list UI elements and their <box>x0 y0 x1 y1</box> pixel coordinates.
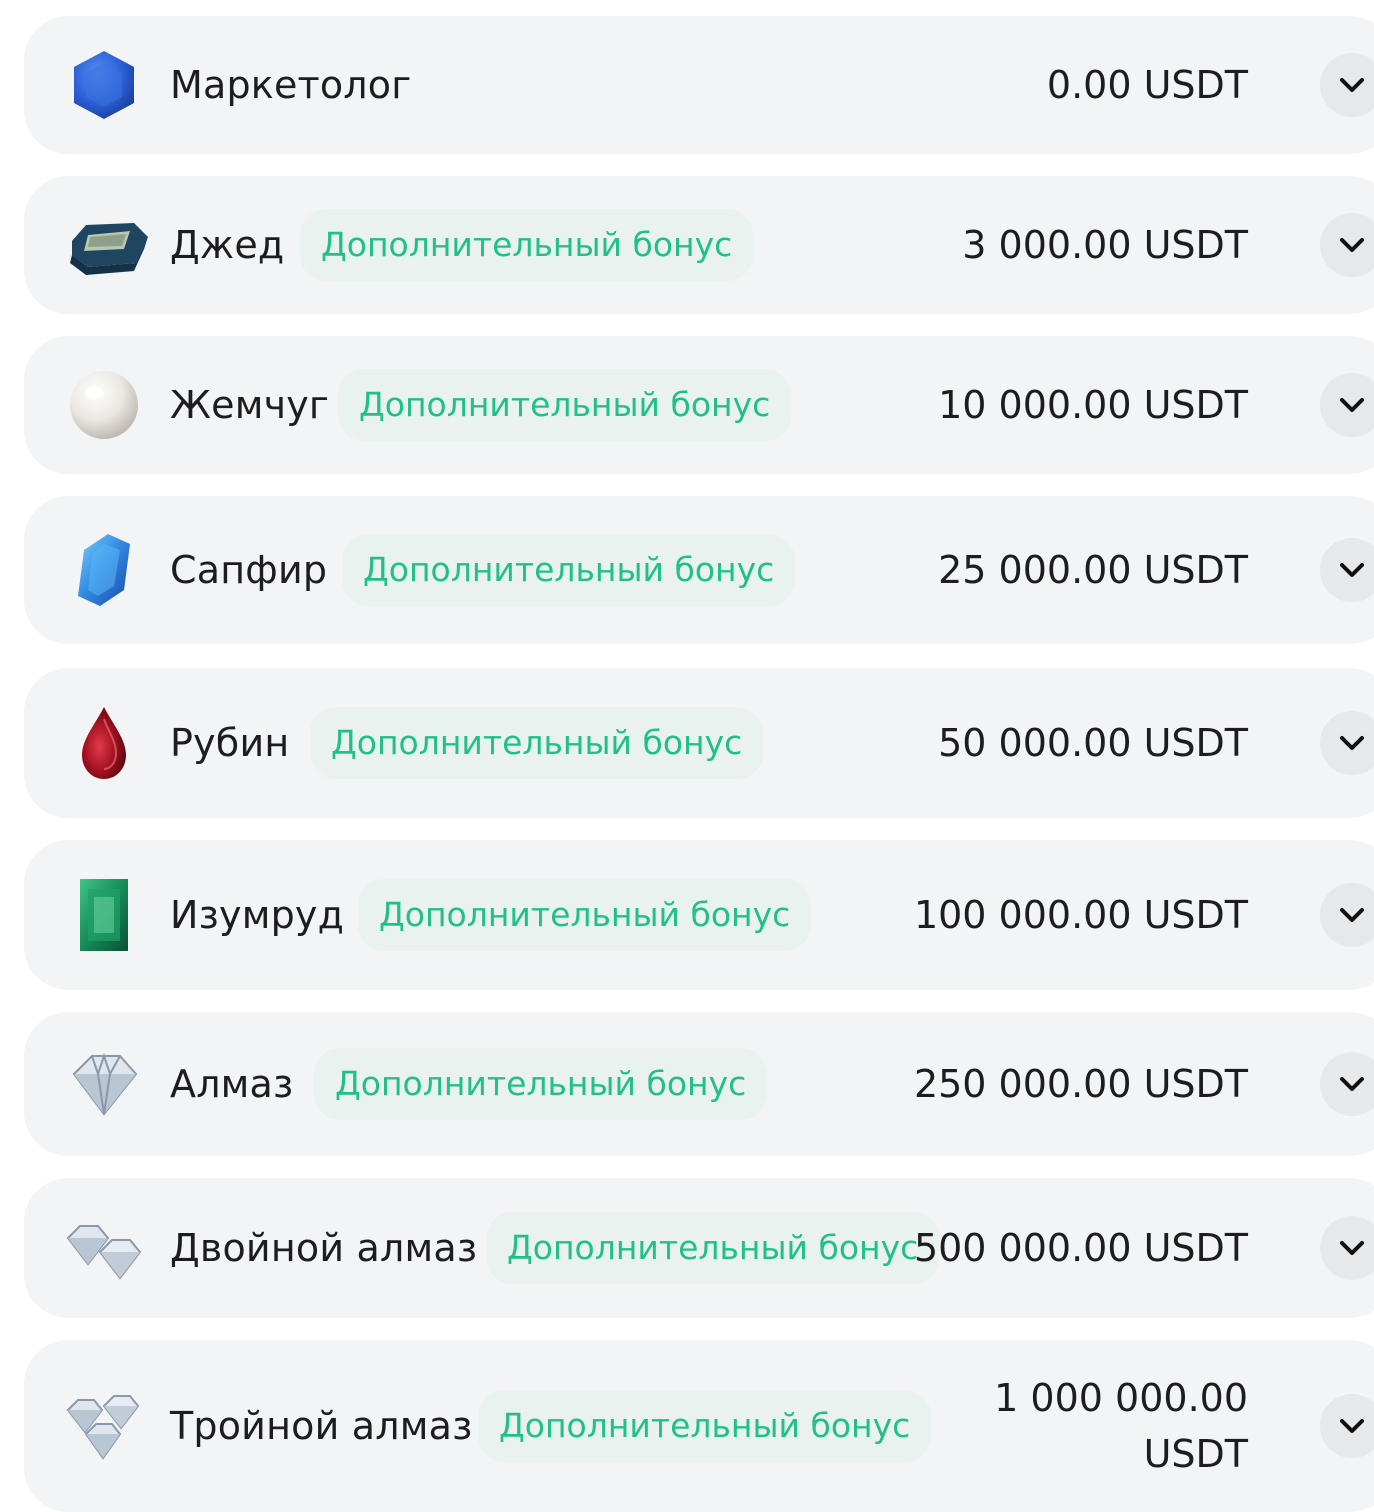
bonus-badge: Дополнительный бонус <box>338 369 792 441</box>
chevron-down-icon <box>1340 1077 1364 1091</box>
tier-row-sapphire[interactable]: Сапфир Дополнительный бонус 25 000.00 US… <box>24 496 1374 644</box>
expand-button[interactable] <box>1320 883 1374 947</box>
tier-row-emerald[interactable]: Изумруд Дополнительный бонус 100 000.00 … <box>24 840 1374 990</box>
tier-name: Сапфир <box>170 548 328 592</box>
tier-amount: 50 000.00 USDT <box>938 721 1248 765</box>
tier-name: Алмаз <box>170 1062 294 1106</box>
emerald-icon <box>80 879 128 951</box>
tier-name: Жемчуг <box>170 383 330 427</box>
blue-hexagon-gem-icon <box>74 51 134 119</box>
tier-amount: 25 000.00 USDT <box>938 548 1248 592</box>
tier-amount: 250 000.00 USDT <box>913 1062 1248 1106</box>
expand-button[interactable] <box>1320 1394 1374 1458</box>
sapphire-icon <box>78 534 130 606</box>
chevron-down-icon <box>1340 563 1364 577</box>
tier-amount: 3 000.00 USDT <box>962 223 1248 267</box>
bonus-badge: Дополнительный бонус <box>486 1212 940 1284</box>
bonus-badge: Дополнительный бонус <box>478 1390 932 1462</box>
chevron-down-icon <box>1340 398 1364 412</box>
bonus-badge: Дополнительный бонус <box>342 534 796 606</box>
expand-button[interactable] <box>1320 53 1374 117</box>
expand-button[interactable] <box>1320 711 1374 775</box>
tier-amount: 0.00 USDT <box>1046 63 1248 107</box>
tier-name: Рубин <box>170 721 290 765</box>
ruby-icon <box>82 707 126 779</box>
bonus-badge: Дополнительный бонус <box>314 1048 768 1120</box>
tier-name: Изумруд <box>170 893 345 937</box>
double-diamond-icon <box>66 1225 142 1280</box>
chevron-down-icon <box>1340 1419 1364 1433</box>
chevron-down-icon <box>1340 736 1364 750</box>
triple-diamond-icon <box>66 1395 140 1460</box>
chevron-down-icon <box>1340 908 1364 922</box>
tier-name: Тройной алмаз <box>170 1404 473 1448</box>
tier-row-triple-diamond[interactable]: Тройной алмаз Дополнительный бонус 1 000… <box>24 1340 1374 1512</box>
tier-row-pearl[interactable]: Жемчуг Дополнительный бонус 10 000.00 US… <box>24 336 1374 474</box>
tier-amount: 100 000.00 USDT <box>913 893 1248 937</box>
tier-row-diamond[interactable]: Алмаз Дополнительный бонус 250 000.00 US… <box>24 1012 1374 1156</box>
tier-row-marketer[interactable]: Маркетолог 0.00 USDT <box>24 16 1374 154</box>
tier-amount: 1 000 000.00 USDT <box>994 1376 1248 1476</box>
tier-name: Джед <box>170 223 285 267</box>
chevron-down-icon <box>1340 238 1364 252</box>
diamond-icon <box>72 1052 138 1116</box>
pearl-icon <box>70 371 138 439</box>
expand-button[interactable] <box>1320 213 1374 277</box>
expand-button[interactable] <box>1320 538 1374 602</box>
tier-amount: 10 000.00 USDT <box>938 383 1248 427</box>
chevron-down-icon <box>1340 1241 1364 1255</box>
tier-row-double-diamond[interactable]: Двойной алмаз Дополнительный бонус 500 0… <box>24 1178 1374 1318</box>
tier-name: Двойной алмаз <box>170 1226 478 1270</box>
tier-row-jade[interactable]: Джед Дополнительный бонус 3 000.00 USDT <box>24 176 1374 314</box>
bonus-badge: Дополнительный бонус <box>300 209 754 281</box>
tier-amount: 500 000.00 USDT <box>913 1226 1248 1270</box>
expand-button[interactable] <box>1320 373 1374 437</box>
tier-row-ruby[interactable]: Рубин Дополнительный бонус 50 000.00 USD… <box>24 668 1374 818</box>
expand-button[interactable] <box>1320 1052 1374 1116</box>
expand-button[interactable] <box>1320 1216 1374 1280</box>
bonus-badge: Дополнительный бонус <box>310 707 764 779</box>
jade-gem-icon <box>70 223 148 275</box>
bonus-badge: Дополнительный бонус <box>358 879 812 951</box>
tier-name: Маркетолог <box>170 63 412 107</box>
chevron-down-icon <box>1340 78 1364 92</box>
